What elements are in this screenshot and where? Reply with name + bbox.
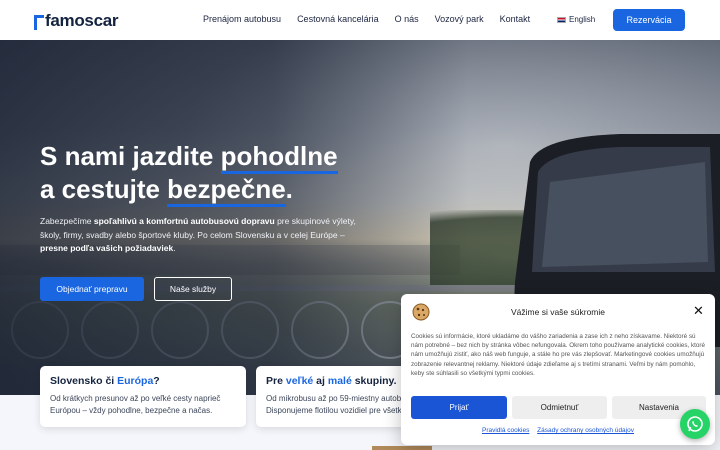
logo[interactable]: famoscar: [34, 11, 119, 31]
language-label: English: [569, 15, 596, 24]
card-title-highlight: veľké: [285, 375, 314, 387]
cookie-links: Pravidlá cookies Zásady ochrany osobných…: [401, 427, 715, 434]
deny-cookies-button[interactable]: Odmietnuť: [512, 396, 607, 419]
cookie-consent-dialog: Vážime si vaše súkromie ✕ Cookies sú inf…: [401, 294, 715, 445]
hero-desc-text: Zabezpečíme: [40, 216, 94, 226]
card-title: Slovensko či Európa?: [50, 375, 236, 387]
hero-title-text: S nami jazdite: [40, 141, 221, 171]
hero-description: Zabezpečíme spoľahlivú a komfortnú autob…: [40, 215, 360, 256]
hero-desc-bold: presne podľa vašich požiadaviek: [40, 243, 174, 253]
logo-mark-icon: [34, 14, 44, 30]
card-title-text: Pre: [266, 375, 286, 387]
card-title-text: ?: [153, 375, 160, 387]
reservation-button[interactable]: Rezervácia: [613, 9, 685, 31]
privacy-policy-link[interactable]: Zásady ochrany osobných údajov: [537, 427, 634, 434]
feature-card-groups: Pre veľké aj malé skupiny. Od mikrobusu …: [256, 366, 406, 427]
close-icon[interactable]: ✕: [693, 304, 704, 317]
card-text-line: Od mikrobusu až po 59-miestny autobus.: [266, 394, 406, 403]
section-image-edge: [372, 446, 432, 450]
card-title-text: aj: [313, 375, 328, 387]
hero-desc-bold: spoľahlivú a komfortnú autobusovú doprav…: [93, 216, 275, 226]
hero-title: S nami jazdite pohodlne a cestujte bezpe…: [40, 140, 420, 207]
card-title-text: skupiny.: [351, 375, 397, 387]
card-title: Pre veľké aj malé skupiny.: [266, 375, 397, 387]
card-title-text: Slovensko či: [50, 375, 118, 387]
hero-title-text: a cestujte: [40, 174, 168, 204]
hero-title-highlight: pohodlne: [220, 141, 338, 174]
hero-title-text: .: [285, 174, 293, 204]
hero-title-highlight: bezpečne: [167, 174, 286, 207]
card-text-line: Európou – vždy pohodlne, bezpečne a nača…: [50, 406, 213, 415]
main-nav: Prenájom autobusu Cestovná kancelária O …: [203, 14, 530, 24]
card-text-line: Disponujeme flotilou vozidiel pre všetky…: [266, 406, 406, 415]
cookie-description: Cookies sú informácie, ktoré ukladáme do…: [411, 333, 706, 377]
card-title-highlight: Európa: [117, 375, 154, 387]
feature-card-europe: Slovensko či Európa? Od krátkych presuno…: [40, 366, 246, 427]
nav-item-travel-agency[interactable]: Cestovná kancelária: [297, 14, 379, 24]
accept-cookies-button[interactable]: Prijať: [411, 396, 507, 419]
order-transport-button[interactable]: Objednať prepravu: [40, 277, 144, 301]
language-switcher[interactable]: English: [557, 15, 595, 24]
whatsapp-glyph-icon: [687, 416, 703, 432]
whatsapp-icon[interactable]: [680, 409, 710, 439]
nav-item-bus-rental[interactable]: Prenájom autobusu: [203, 14, 281, 24]
hero-desc-text: .: [173, 243, 176, 253]
our-services-button[interactable]: Naše služby: [154, 277, 232, 301]
nav-item-fleet[interactable]: Vozový park: [435, 14, 484, 24]
cookie-policy-link[interactable]: Pravidlá cookies: [482, 427, 529, 434]
logo-text: famoscar: [45, 11, 119, 30]
cookie-title: Vážime si vaše súkromie: [510, 307, 605, 317]
card-title-highlight: malé: [327, 375, 352, 387]
nav-item-about[interactable]: O nás: [395, 14, 419, 24]
nav-item-contact[interactable]: Kontakt: [500, 14, 531, 24]
card-text-line: Od krátkych presunov až po veľké cesty n…: [50, 394, 221, 403]
uk-flag-icon: [557, 16, 566, 23]
site-header: famoscar Prenájom autobusu Cestovná kanc…: [0, 0, 720, 40]
